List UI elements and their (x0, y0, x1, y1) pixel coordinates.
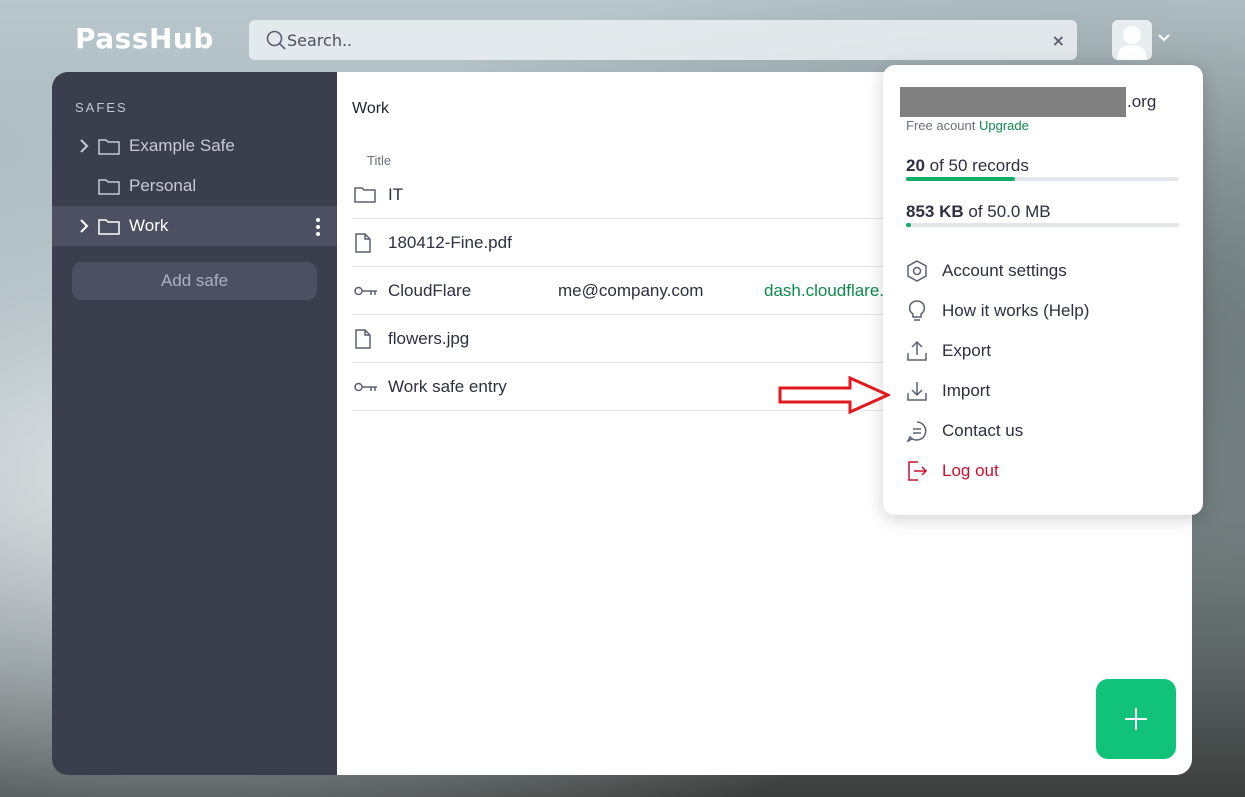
redacted-email (900, 87, 1126, 117)
search-icon (266, 30, 286, 50)
menu-item-account-settings[interactable]: Account settings (906, 255, 1181, 287)
folder-icon (98, 179, 120, 195)
add-item-button[interactable] (1096, 679, 1176, 759)
list-item[interactable]: flowers.jpg (352, 315, 912, 363)
records-usage: 20 of 50 records (906, 156, 1029, 176)
account-menu: .org Free acount Upgrade 20 of 50 record… (883, 65, 1203, 515)
records-progress-fill (906, 177, 1016, 181)
clear-search-icon[interactable]: × (1052, 31, 1065, 50)
list-item[interactable]: IT (352, 171, 912, 219)
menu-item-export[interactable]: Export (906, 335, 1181, 367)
column-header-title: Title (367, 153, 392, 168)
records-used: 20 (906, 156, 925, 175)
folder-icon (98, 139, 120, 155)
import-icon (907, 382, 927, 401)
sidebar: SAFES Example Safe Personal Work Add saf… (52, 72, 338, 775)
more-options-icon[interactable] (316, 218, 320, 236)
export-icon (907, 340, 927, 361)
search-input[interactable] (287, 20, 1027, 60)
sidebar-item-label: Personal (129, 176, 197, 195)
file-icon (355, 329, 371, 349)
menu-item-import[interactable]: Import (906, 375, 1181, 407)
chevron-right-icon[interactable] (79, 139, 89, 153)
page-title: Work (352, 100, 390, 117)
item-username: me@company.com (558, 281, 704, 300)
records-total: of 50 records (924, 156, 1029, 175)
list-item[interactable]: 180412-Fine.pdf (352, 219, 912, 267)
menu-item-logout[interactable]: Log out (906, 455, 1181, 487)
add-safe-button[interactable]: Add safe (72, 262, 317, 300)
item-name: CloudFlare (388, 281, 472, 300)
menu-item-contact[interactable]: Contact us (906, 415, 1181, 447)
item-name: Work safe entry (388, 377, 507, 396)
plan-text: Free acount (906, 118, 976, 133)
item-name: IT (388, 185, 404, 204)
folder-icon (98, 219, 120, 235)
storage-usage: 853 KB of 50.0 MB (906, 202, 1051, 222)
menu-item-label: Account settings (942, 261, 1067, 280)
item-url-link[interactable]: dash.cloudflare. (764, 281, 884, 301)
search-bar[interactable]: × (249, 20, 1077, 60)
sidebar-item-personal[interactable]: Personal (52, 166, 338, 206)
menu-item-label: Log out (942, 461, 999, 480)
item-name: flowers.jpg (388, 329, 470, 348)
storage-total: of 50.0 MB (963, 202, 1051, 221)
avatar[interactable] (1112, 20, 1152, 60)
menu-item-label: Export (942, 341, 992, 360)
sidebar-item-example-safe[interactable]: Example Safe (52, 126, 338, 166)
annotation-arrow-icon (778, 376, 890, 414)
records-progress-bar (906, 177, 1179, 181)
sidebar-item-work[interactable]: Work (52, 206, 338, 246)
sidebar-item-label: Work (129, 216, 169, 235)
list-item[interactable]: CloudFlare me@company.com dash.cloudflar… (352, 267, 912, 315)
folder-icon (354, 187, 376, 203)
file-icon (355, 233, 371, 253)
chevron-down-icon[interactable] (1157, 33, 1171, 43)
email-domain: .org (1127, 92, 1157, 111)
menu-item-label: Contact us (942, 421, 1024, 440)
menu-item-label: How it works (Help) (942, 301, 1090, 320)
safes-heading: SAFES (75, 100, 128, 115)
chat-icon (906, 421, 927, 442)
menu-item-help[interactable]: How it works (Help) (906, 295, 1181, 327)
storage-progress-fill (906, 223, 911, 227)
sidebar-item-label: Example Safe (129, 136, 235, 155)
upgrade-link[interactable]: Upgrade (979, 118, 1029, 133)
lightbulb-icon (908, 300, 926, 321)
key-icon (354, 286, 377, 296)
passhub-logo[interactable]: PassHub (75, 22, 214, 55)
user-avatar-icon (1117, 26, 1147, 60)
gear-icon (907, 260, 927, 282)
logout-icon (908, 461, 928, 481)
plan-info: Free acount Upgrade (906, 118, 1029, 133)
storage-progress-bar (906, 223, 1179, 227)
chevron-right-icon[interactable] (79, 219, 89, 233)
key-icon (354, 382, 377, 392)
menu-item-label: Import (942, 381, 991, 400)
item-name: 180412-Fine.pdf (388, 233, 512, 252)
storage-used: 853 KB (906, 202, 964, 221)
